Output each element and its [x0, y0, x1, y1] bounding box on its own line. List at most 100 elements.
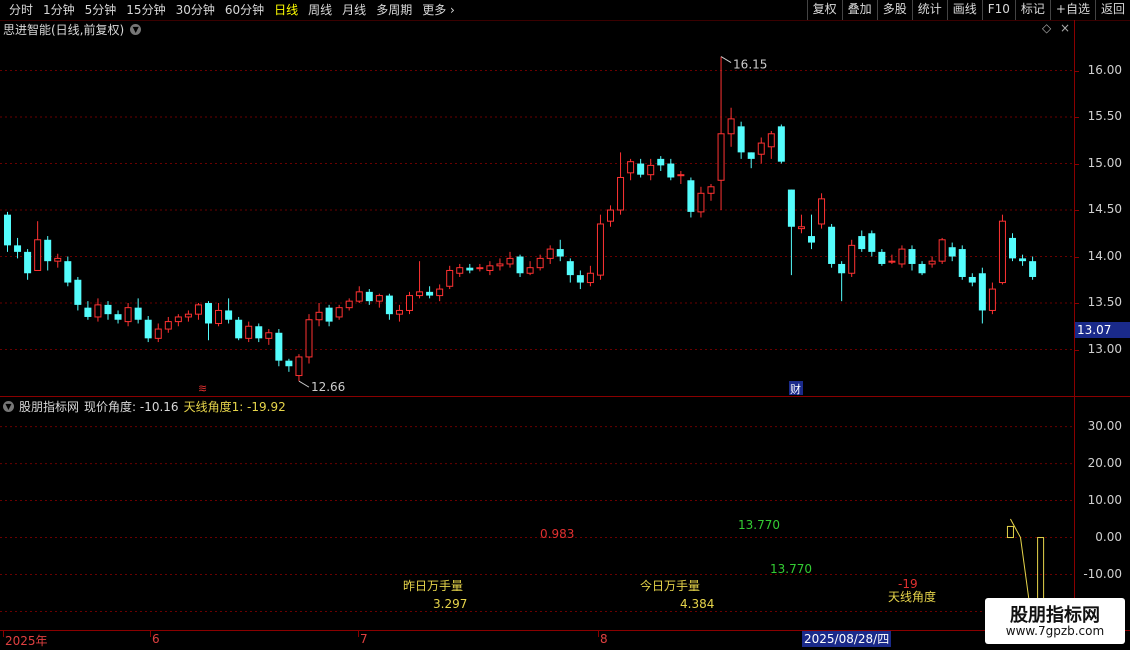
period-tab-9[interactable]: 多周期	[371, 0, 417, 20]
candle[interactable]	[938, 237, 946, 264]
candle[interactable]	[747, 152, 755, 169]
candle[interactable]	[215, 303, 223, 327]
candle[interactable]	[436, 284, 444, 302]
candle[interactable]	[607, 205, 614, 227]
candle[interactable]	[295, 354, 303, 382]
period-tab-4[interactable]: 30分钟	[171, 0, 220, 20]
candle[interactable]	[737, 121, 745, 159]
period-tab-10[interactable]: 更多 ›	[417, 0, 460, 20]
candle[interactable]	[335, 304, 343, 320]
chevron-down-icon[interactable]: ▼	[130, 23, 142, 35]
candle[interactable]	[174, 314, 182, 327]
candle[interactable]	[154, 323, 162, 343]
candle[interactable]	[556, 239, 564, 262]
toolbar-button-2[interactable]: 多股	[876, 0, 912, 20]
candle[interactable]	[74, 276, 82, 311]
candle[interactable]	[596, 214, 604, 280]
toolbar-button-3[interactable]: 统计	[911, 0, 947, 20]
toolbar-button-6[interactable]: 标记	[1014, 0, 1050, 20]
candle[interactable]	[285, 358, 293, 372]
candle[interactable]	[54, 253, 62, 268]
event-marker-red[interactable]: ≋	[198, 382, 207, 395]
candle[interactable]	[818, 193, 826, 229]
toolbar-button-1[interactable]: 叠加	[841, 0, 877, 20]
candle[interactable]	[576, 270, 584, 290]
close-icon[interactable]: ×	[1060, 21, 1070, 35]
candle[interactable]	[375, 293, 383, 308]
candle[interactable]	[1009, 233, 1016, 262]
candle[interactable]	[164, 316, 172, 333]
candle[interactable]	[355, 286, 363, 304]
candlestick-chart[interactable]: 16.15 12.66 ≋ 财	[0, 38, 1075, 396]
candle[interactable]	[426, 286, 434, 299]
candle[interactable]	[717, 56, 725, 211]
candle[interactable]	[34, 221, 42, 271]
candle[interactable]	[365, 289, 373, 305]
candle[interactable]	[245, 321, 253, 343]
candle[interactable]	[265, 329, 273, 345]
candle[interactable]	[687, 177, 695, 218]
finance-marker[interactable]: 财	[790, 382, 801, 396]
candle[interactable]	[516, 254, 524, 277]
candle[interactable]	[586, 265, 594, 287]
candle[interactable]	[888, 254, 896, 264]
candle[interactable]	[385, 293, 393, 320]
candle[interactable]	[134, 298, 142, 324]
period-tab-0[interactable]: 分时	[4, 0, 38, 20]
candle[interactable]	[727, 107, 735, 147]
candle[interactable]	[205, 301, 212, 341]
candle[interactable]	[797, 214, 805, 234]
candle[interactable]	[667, 158, 675, 181]
period-tab-2[interactable]: 5分钟	[80, 0, 122, 20]
candle[interactable]	[506, 251, 514, 268]
candle[interactable]	[898, 245, 906, 268]
candle[interactable]	[235, 316, 243, 341]
period-tab-3[interactable]: 15分钟	[121, 0, 170, 20]
toolbar-button-0[interactable]: 复权	[806, 0, 842, 20]
candle[interactable]	[978, 267, 986, 324]
candle[interactable]	[315, 303, 323, 327]
candle[interactable]	[44, 236, 52, 271]
candle[interactable]	[114, 310, 122, 324]
candle[interactable]	[406, 291, 413, 315]
candle[interactable]	[24, 249, 32, 280]
candle[interactable]	[1029, 256, 1037, 280]
candle[interactable]	[677, 170, 685, 184]
candle[interactable]	[998, 214, 1006, 285]
toolbar-button-4[interactable]: 画线	[946, 0, 982, 20]
candle[interactable]	[496, 258, 504, 271]
candle[interactable]	[918, 261, 926, 276]
candle[interactable]	[627, 158, 635, 181]
candle[interactable]	[184, 310, 192, 322]
candle[interactable]	[255, 323, 263, 343]
candle[interactable]	[777, 124, 785, 164]
candle[interactable]	[144, 316, 152, 343]
candle[interactable]	[637, 158, 645, 178]
candle[interactable]	[838, 261, 846, 302]
candle[interactable]	[647, 158, 655, 181]
toolbar-button-5[interactable]: F10	[981, 0, 1015, 20]
candle[interactable]	[928, 256, 936, 268]
toolbar-button-8[interactable]: 返回	[1094, 0, 1130, 20]
candle[interactable]	[757, 137, 765, 164]
candle[interactable]	[948, 242, 956, 262]
candle[interactable]	[456, 263, 464, 277]
candle[interactable]	[546, 245, 554, 264]
candle[interactable]	[657, 156, 665, 171]
candle[interactable]	[446, 265, 454, 290]
candle[interactable]	[858, 230, 866, 252]
candle[interactable]	[878, 249, 886, 266]
candle[interactable]	[104, 301, 112, 320]
candle[interactable]	[94, 298, 102, 322]
period-tab-5[interactable]: 60分钟	[220, 0, 269, 20]
candle[interactable]	[808, 214, 815, 250]
candle[interactable]	[697, 186, 705, 218]
candle[interactable]	[416, 261, 424, 299]
candle[interactable]	[908, 245, 916, 271]
candle[interactable]	[124, 303, 132, 327]
candle[interactable]	[767, 130, 775, 159]
candle[interactable]	[536, 254, 544, 271]
candle[interactable]	[345, 298, 353, 311]
candle[interactable]	[194, 303, 202, 320]
candle[interactable]	[707, 183, 715, 201]
